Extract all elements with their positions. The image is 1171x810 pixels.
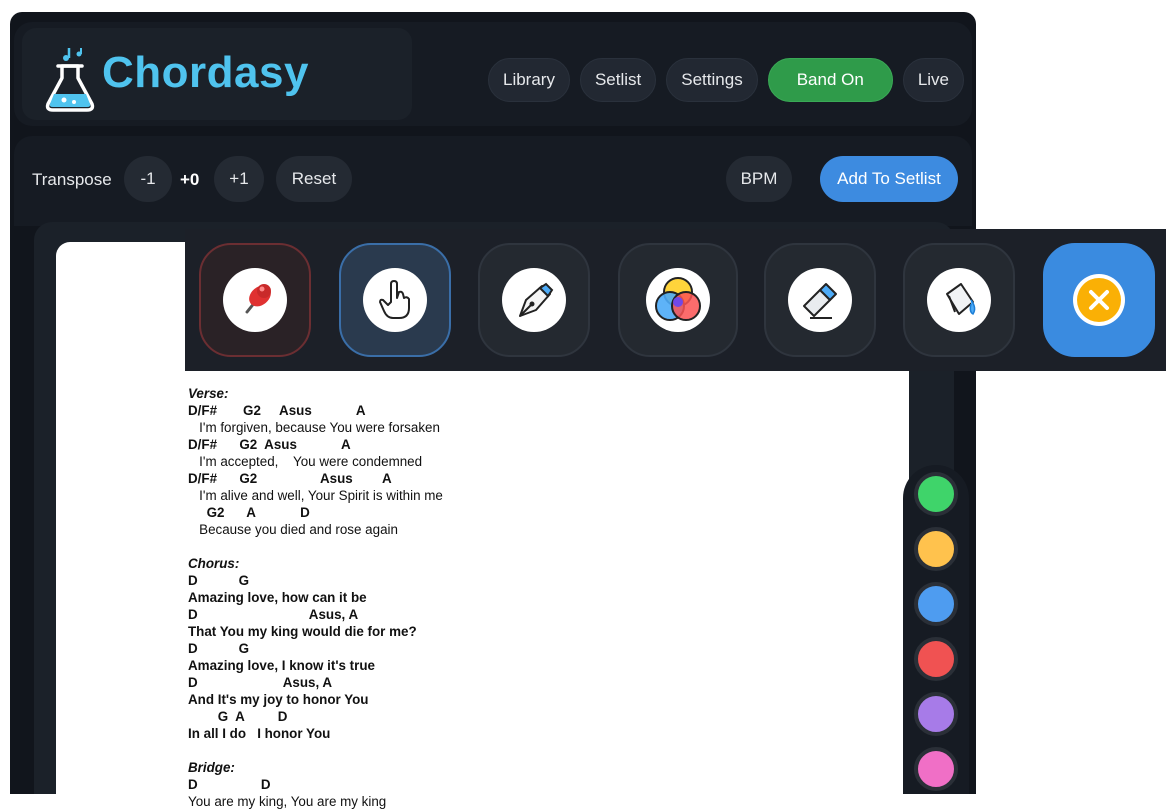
fill-tool-button[interactable] xyxy=(903,243,1015,357)
color-swatch-pink[interactable] xyxy=(914,747,958,791)
transpose-down-button[interactable]: -1 xyxy=(124,156,172,202)
lyric-line: Because you died and rose again xyxy=(188,522,398,537)
color-tool-button[interactable] xyxy=(618,243,738,357)
eraser-icon xyxy=(788,268,852,332)
chord-line: D G xyxy=(188,641,250,656)
pin-icon xyxy=(223,268,287,332)
chord-line: D/F# G2 Asus A xyxy=(188,403,366,418)
chord-line: D/F# G2 Asus A xyxy=(188,471,392,486)
lyric-line: I'm alive and well, Your Spirit is withi… xyxy=(188,488,443,503)
transpose-reset-button[interactable]: Reset xyxy=(276,156,352,202)
pan-tool-button[interactable] xyxy=(339,243,451,357)
color-swatch-purple[interactable] xyxy=(914,692,958,736)
pen-tool-button[interactable] xyxy=(478,243,590,357)
transpose-value: +0 xyxy=(180,170,200,189)
app-window: Chordasy Library Setlist Settings Band O… xyxy=(10,12,976,794)
brand-name: Chordasy xyxy=(102,48,309,97)
color-swatch-yellow[interactable] xyxy=(914,527,958,571)
transpose-up-button[interactable]: +1 xyxy=(214,156,264,202)
lyric-line: Amazing love, I know it's true xyxy=(188,658,375,673)
color-palette xyxy=(903,465,969,794)
chord-line: G A D xyxy=(188,709,288,724)
hand-pointer-icon xyxy=(363,268,427,332)
chord-line: D/F# G2 Asus A xyxy=(188,437,351,452)
pen-icon xyxy=(502,268,566,332)
main-nav: Library Setlist Settings Band On Live xyxy=(488,58,964,102)
lyric-line: And It's my joy to honor You xyxy=(188,692,369,707)
close-icon xyxy=(1073,274,1125,326)
band-on-toggle[interactable]: Band On xyxy=(767,58,893,102)
lyric-line: You are my king, You are my king xyxy=(188,794,387,809)
chord-line: G2 A D xyxy=(188,505,310,520)
eraser-tool-button[interactable] xyxy=(764,243,876,357)
color-swatch-blue[interactable] xyxy=(914,582,958,626)
chord-line: D D xyxy=(188,777,271,792)
color-swatch-red[interactable] xyxy=(914,637,958,681)
brand[interactable]: Chordasy xyxy=(22,28,412,120)
nav-settings-button[interactable]: Settings xyxy=(666,58,758,102)
chord-line: D G xyxy=(188,573,250,588)
nav-setlist-button[interactable]: Setlist xyxy=(579,58,657,102)
lyric-line: In all I do I honor You xyxy=(188,726,331,741)
flask-icon xyxy=(45,48,95,112)
paint-bucket-icon xyxy=(927,268,991,332)
lyric-line: I'm accepted, You were condemned xyxy=(188,454,423,469)
pin-tool-button[interactable] xyxy=(199,243,311,357)
header: Chordasy Library Setlist Settings Band O… xyxy=(14,22,972,126)
transpose-label: Transpose xyxy=(32,170,112,189)
chord-line: D Asus, A xyxy=(188,675,333,690)
nav-live-button[interactable]: Live xyxy=(902,58,964,102)
lyric-line: I'm forgiven, because You were forsaken xyxy=(188,420,440,435)
color-mix-icon xyxy=(646,268,710,332)
section-title-chorus: Chorus: xyxy=(188,556,240,571)
song-toolbar: Transpose -1 +0 +1 Reset BPM Add To Setl… xyxy=(14,136,972,226)
lyric-line: Amazing love, how can it be xyxy=(188,590,367,605)
section-title-bridge: Bridge: xyxy=(188,760,235,775)
close-toolbar-button[interactable] xyxy=(1043,243,1155,357)
song-lyrics: Verse: D/F# G2 Asus A I'm forgiven, beca… xyxy=(188,385,443,810)
color-swatch-green[interactable] xyxy=(914,472,958,516)
annotation-toolbar xyxy=(185,229,1166,371)
lyric-line: That You my king would die for me? xyxy=(188,624,417,639)
chord-line: D Asus, A xyxy=(188,607,359,622)
section-title-verse: Verse: xyxy=(188,386,229,401)
add-to-setlist-button[interactable]: Add To Setlist xyxy=(820,156,958,202)
nav-library-button[interactable]: Library xyxy=(488,58,570,102)
bpm-button[interactable]: BPM xyxy=(726,156,792,202)
